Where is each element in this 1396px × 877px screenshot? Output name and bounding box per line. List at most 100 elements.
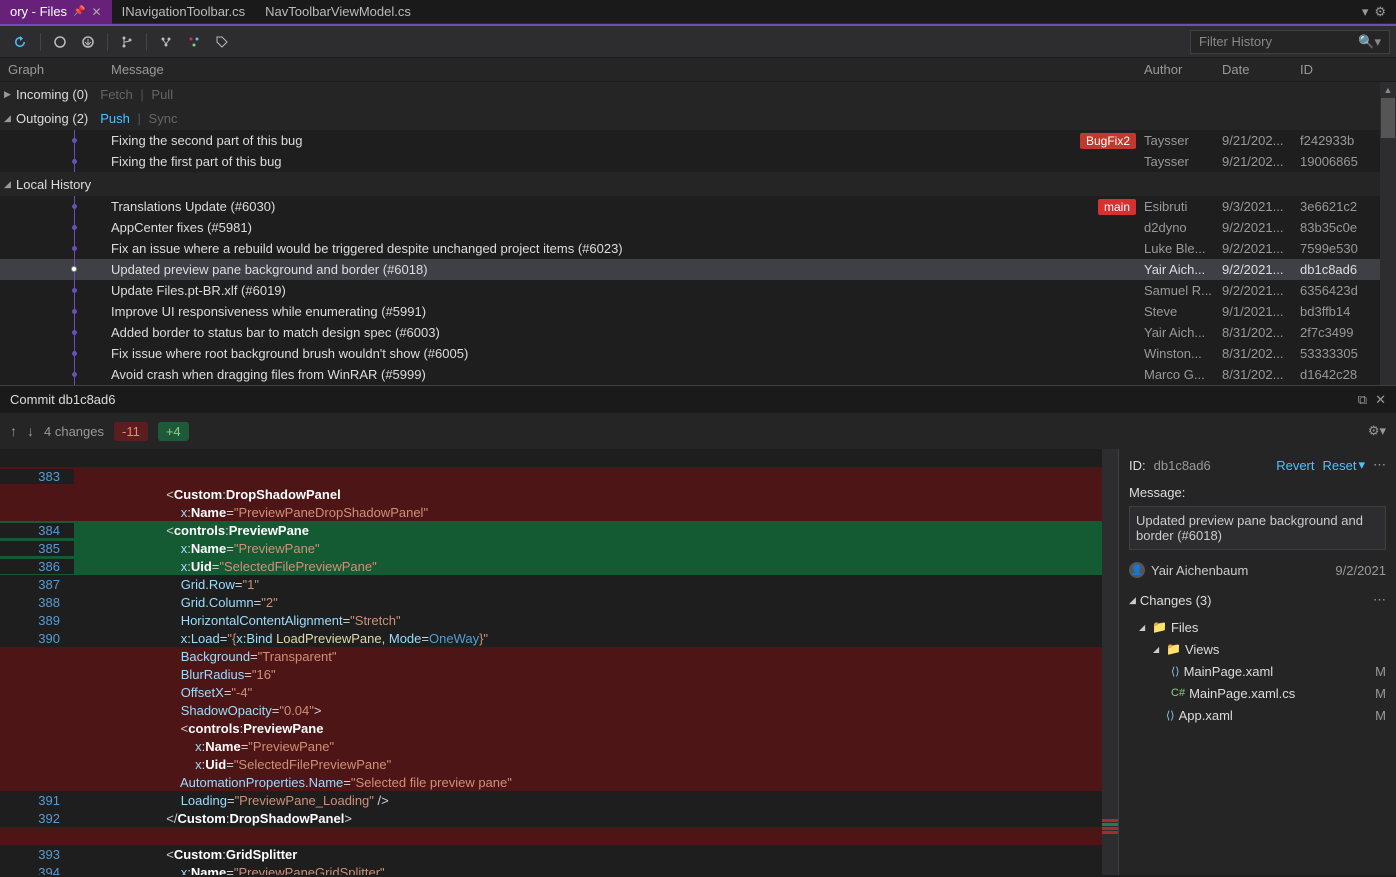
col-date-header[interactable]: Date (1222, 62, 1300, 77)
commit-row[interactable]: Fix an issue where a rebuild would be tr… (0, 238, 1396, 259)
deletions-badge: -11 (114, 422, 148, 441)
refresh-button[interactable] (6, 30, 34, 54)
diff-line[interactable] (0, 827, 1118, 845)
diff-line[interactable]: OffsetX="-4" (0, 683, 1118, 701)
tab-inavigation[interactable]: INavigationToolbar.cs (112, 0, 256, 24)
col-author-header[interactable]: Author (1144, 62, 1222, 77)
tag-button[interactable] (209, 31, 235, 53)
col-id-header[interactable]: ID (1300, 62, 1380, 77)
diff-line[interactable]: 393 <Custom:GridSplitter (0, 845, 1118, 863)
branch-badge[interactable]: BugFix2 (1080, 133, 1136, 149)
prev-change-button[interactable]: ↑ (10, 423, 17, 439)
pin-icon[interactable]: 📌 (73, 6, 85, 17)
expand-icon[interactable]: ▶ (4, 89, 16, 100)
collapse-icon[interactable]: ◢ (1139, 623, 1149, 632)
commit-history: ▲ ▶ Incoming (0) Fetch | Pull ◢ Outgoing… (0, 82, 1396, 385)
pull-button[interactable] (75, 31, 101, 53)
message-label: Message: (1119, 481, 1396, 502)
search-icon[interactable]: 🔍▾ (1358, 34, 1381, 50)
section-local[interactable]: ◢ Local History (0, 172, 1396, 196)
chevron-down-icon[interactable]: ▾ (1362, 4, 1369, 20)
col-message-header[interactable]: Message (111, 62, 1144, 77)
tree-folder-files[interactable]: ◢ 📁 Files (1119, 616, 1396, 638)
dock-icon[interactable]: ⧉ (1358, 392, 1367, 408)
gear-icon[interactable]: ⚙ (1374, 4, 1386, 20)
gear-icon[interactable]: ⚙▾ (1368, 423, 1386, 439)
detail-split: 383 <Custom:DropShadowPanel x:Name="Prev… (0, 449, 1396, 875)
diff-line[interactable]: 394 x:Name="PreviewPaneGridSplitter" (0, 863, 1118, 875)
pull-link[interactable]: Pull (151, 87, 173, 102)
minimap[interactable] (1102, 449, 1118, 875)
commit-row[interactable]: Improve UI responsiveness while enumerat… (0, 301, 1396, 322)
diff-line[interactable]: 392 </Custom:DropShadowPanel> (0, 809, 1118, 827)
reset-link[interactable]: Reset▾ (1323, 457, 1366, 473)
tree-file-app-xaml[interactable]: ◢ ⟨⟩ App.xaml M (1119, 704, 1396, 726)
more-icon[interactable]: ⋯ (1373, 592, 1386, 608)
tree-folder-views[interactable]: ◢ 📁 Views (1119, 638, 1396, 660)
commit-row[interactable]: Fixing the first part of this bugTaysser… (0, 151, 1396, 172)
more-icon[interactable]: ⋯ (1373, 457, 1386, 473)
diff-line[interactable]: ShadowOpacity="0.04"> (0, 701, 1118, 719)
scroll-up-icon[interactable]: ▲ (1380, 82, 1396, 98)
commit-row[interactable]: Added border to status bar to match desi… (0, 322, 1396, 343)
diff-line[interactable]: 388 Grid.Column="2" (0, 593, 1118, 611)
fetch-link[interactable]: Fetch (100, 87, 133, 102)
diff-line[interactable]: x:Name="PreviewPaneDropShadowPanel" (0, 503, 1118, 521)
section-outgoing[interactable]: ◢ Outgoing (2) Push | Sync (0, 106, 1396, 130)
close-icon[interactable]: ✕ (1375, 392, 1386, 408)
file-status: M (1375, 686, 1396, 701)
graph-toggle-1[interactable] (153, 31, 179, 53)
diff-line[interactable]: 391 Loading="PreviewPane_Loading" /> (0, 791, 1118, 809)
commit-row[interactable]: AppCenter fixes (#5981)d2dyno9/2/2021...… (0, 217, 1396, 238)
tree-file-mainpage-xaml[interactable]: ⟨⟩ MainPage.xaml M (1119, 660, 1396, 682)
diff-line[interactable]: AutomationProperties.Name="Selected file… (0, 773, 1118, 791)
commit-row[interactable]: Avoid crash when dragging files from Win… (0, 364, 1396, 385)
commit-row[interactable]: Update Files.pt-BR.xlf (#6019)Samuel R..… (0, 280, 1396, 301)
filter-history-input[interactable]: Filter History 🔍▾ (1190, 30, 1390, 54)
tab-navtoolbar[interactable]: NavToolbarViewModel.cs (255, 0, 421, 24)
commit-row[interactable]: Translations Update (#6030)mainEsibruti9… (0, 196, 1396, 217)
revert-link[interactable]: Revert (1276, 458, 1314, 473)
sync-link[interactable]: Sync (149, 111, 178, 126)
collapse-icon[interactable]: ◢ (4, 113, 16, 124)
changes-section-header[interactable]: ◢ Changes (3) ⋯ (1119, 586, 1396, 614)
commit-row[interactable]: Fixing the second part of this bugBugFix… (0, 130, 1396, 151)
diff-line[interactable]: <Custom:DropShadowPanel (0, 485, 1118, 503)
diff-line[interactable]: 384 <controls:PreviewPane (0, 521, 1118, 539)
additions-badge: +4 (158, 422, 189, 441)
diff-line[interactable]: 385 x:Name="PreviewPane" (0, 539, 1118, 557)
diff-line[interactable]: 386 x:Uid="SelectedFilePreviewPane" (0, 557, 1118, 575)
diff-line[interactable]: 387 Grid.Row="1" (0, 575, 1118, 593)
diff-line[interactable]: BlurRadius="16" (0, 665, 1118, 683)
diff-line[interactable]: x:Name="PreviewPane" (0, 737, 1118, 755)
next-change-button[interactable]: ↓ (27, 423, 34, 439)
col-graph-header[interactable]: Graph (8, 62, 111, 77)
diff-line[interactable]: x:Uid="SelectedFilePreviewPane" (0, 755, 1118, 773)
scrollbar[interactable]: ▲ (1380, 82, 1396, 385)
commit-row[interactable]: Updated preview pane background and bord… (0, 259, 1396, 280)
branch-button[interactable] (114, 31, 140, 53)
tab-overflow[interactable]: ▾ ⚙ (1352, 4, 1396, 20)
tab-label: NavToolbarViewModel.cs (265, 4, 411, 19)
tab-files[interactable]: ory - Files 📌 ✕ (0, 0, 112, 24)
commit-date: 9/2/2021 (1335, 563, 1386, 578)
diff-line[interactable]: 389 HorizontalContentAlignment="Stretch" (0, 611, 1118, 629)
graph-toggle-2[interactable] (181, 31, 207, 53)
diff-line[interactable]: 383 (0, 467, 1118, 485)
folder-label: Files (1171, 620, 1396, 635)
collapse-icon[interactable]: ◢ (1153, 645, 1163, 654)
fetch-button[interactable] (47, 31, 73, 53)
diff-line[interactable]: Background="Transparent" (0, 647, 1118, 665)
close-icon[interactable]: ✕ (92, 5, 102, 19)
branch-badge[interactable]: main (1098, 199, 1136, 215)
collapse-icon[interactable]: ◢ (4, 179, 16, 190)
diff-line[interactable]: <controls:PreviewPane (0, 719, 1118, 737)
collapse-icon[interactable]: ◢ (1129, 595, 1136, 606)
push-link[interactable]: Push (100, 111, 130, 126)
section-incoming[interactable]: ▶ Incoming (0) Fetch | Pull (0, 82, 1396, 106)
tree-file-mainpage-cs[interactable]: C# MainPage.xaml.cs M (1119, 682, 1396, 704)
diff-viewer[interactable]: 383 <Custom:DropShadowPanel x:Name="Prev… (0, 449, 1118, 875)
scroll-thumb[interactable] (1381, 98, 1395, 138)
commit-row[interactable]: Fix issue where root background brush wo… (0, 343, 1396, 364)
diff-line[interactable]: 390 x:Load="{x:Bind LoadPreviewPane, Mod… (0, 629, 1118, 647)
